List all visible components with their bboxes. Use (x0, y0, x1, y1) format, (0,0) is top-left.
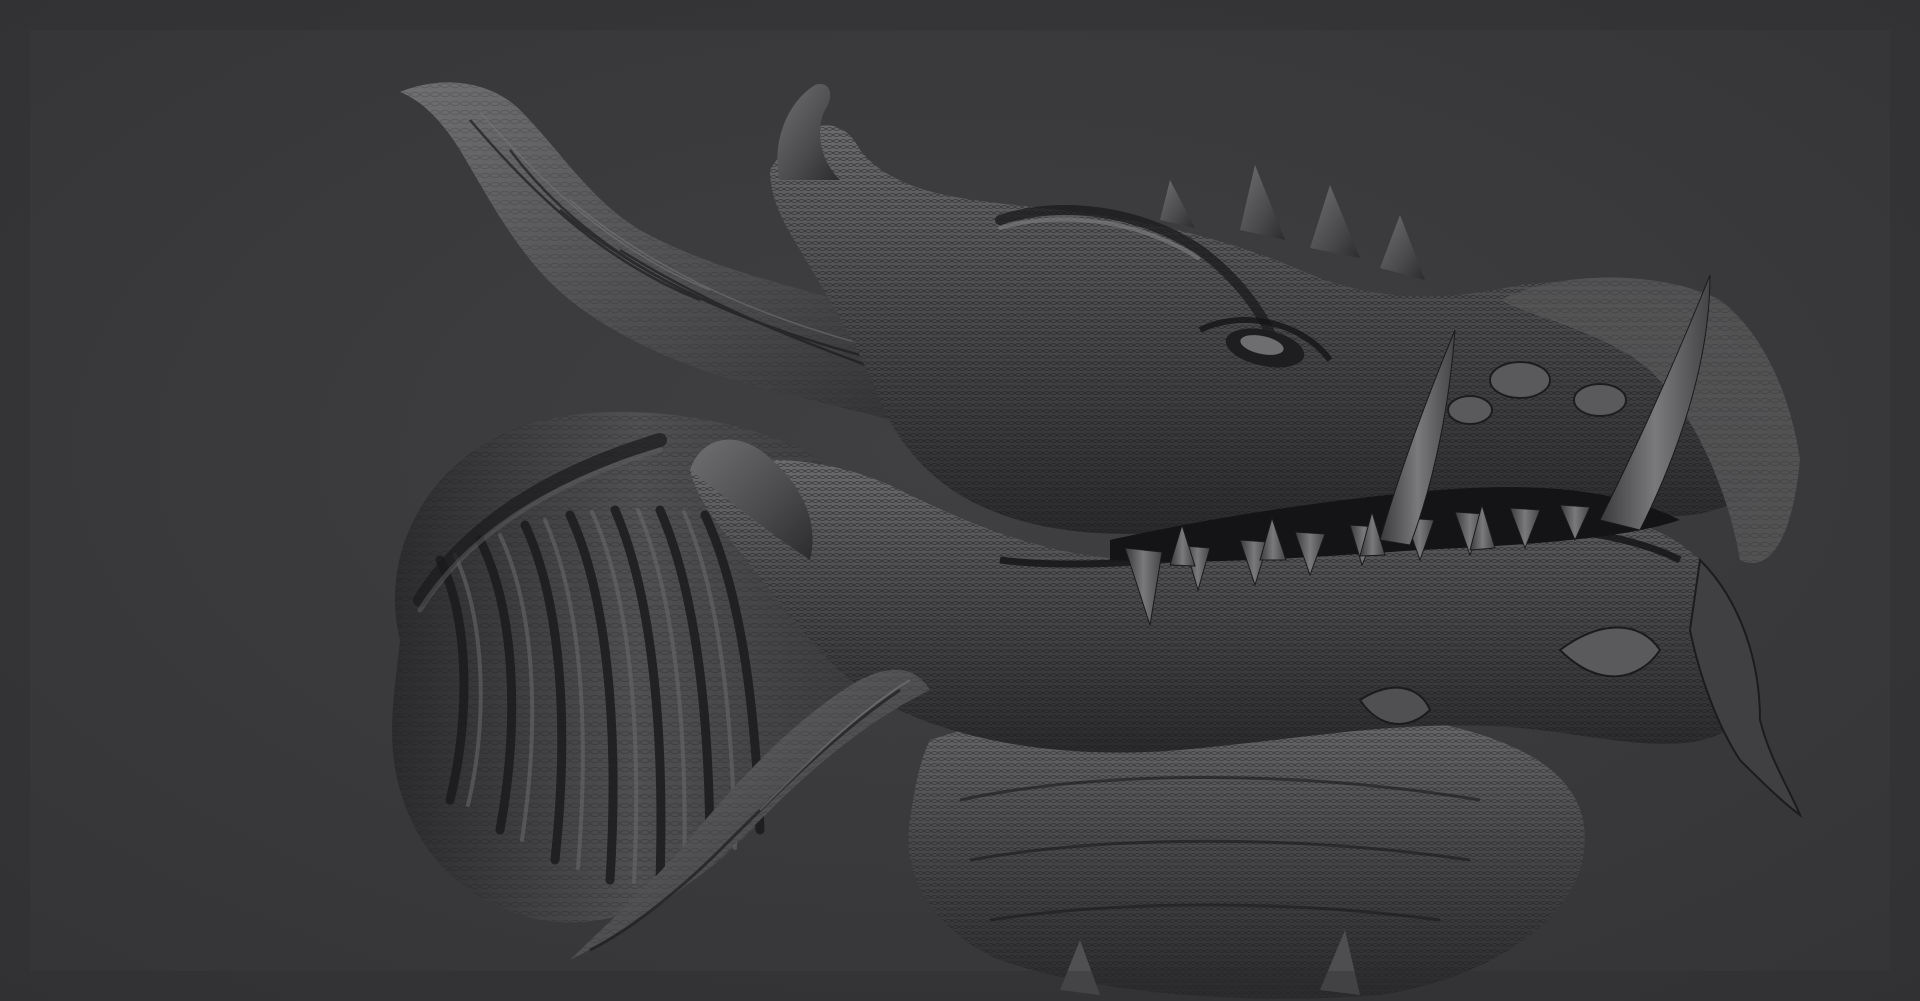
dragon-throat (908, 702, 1585, 999)
dragon-sculpt-render (0, 0, 1920, 1001)
sculpt-viewport[interactable] (0, 0, 1920, 1001)
